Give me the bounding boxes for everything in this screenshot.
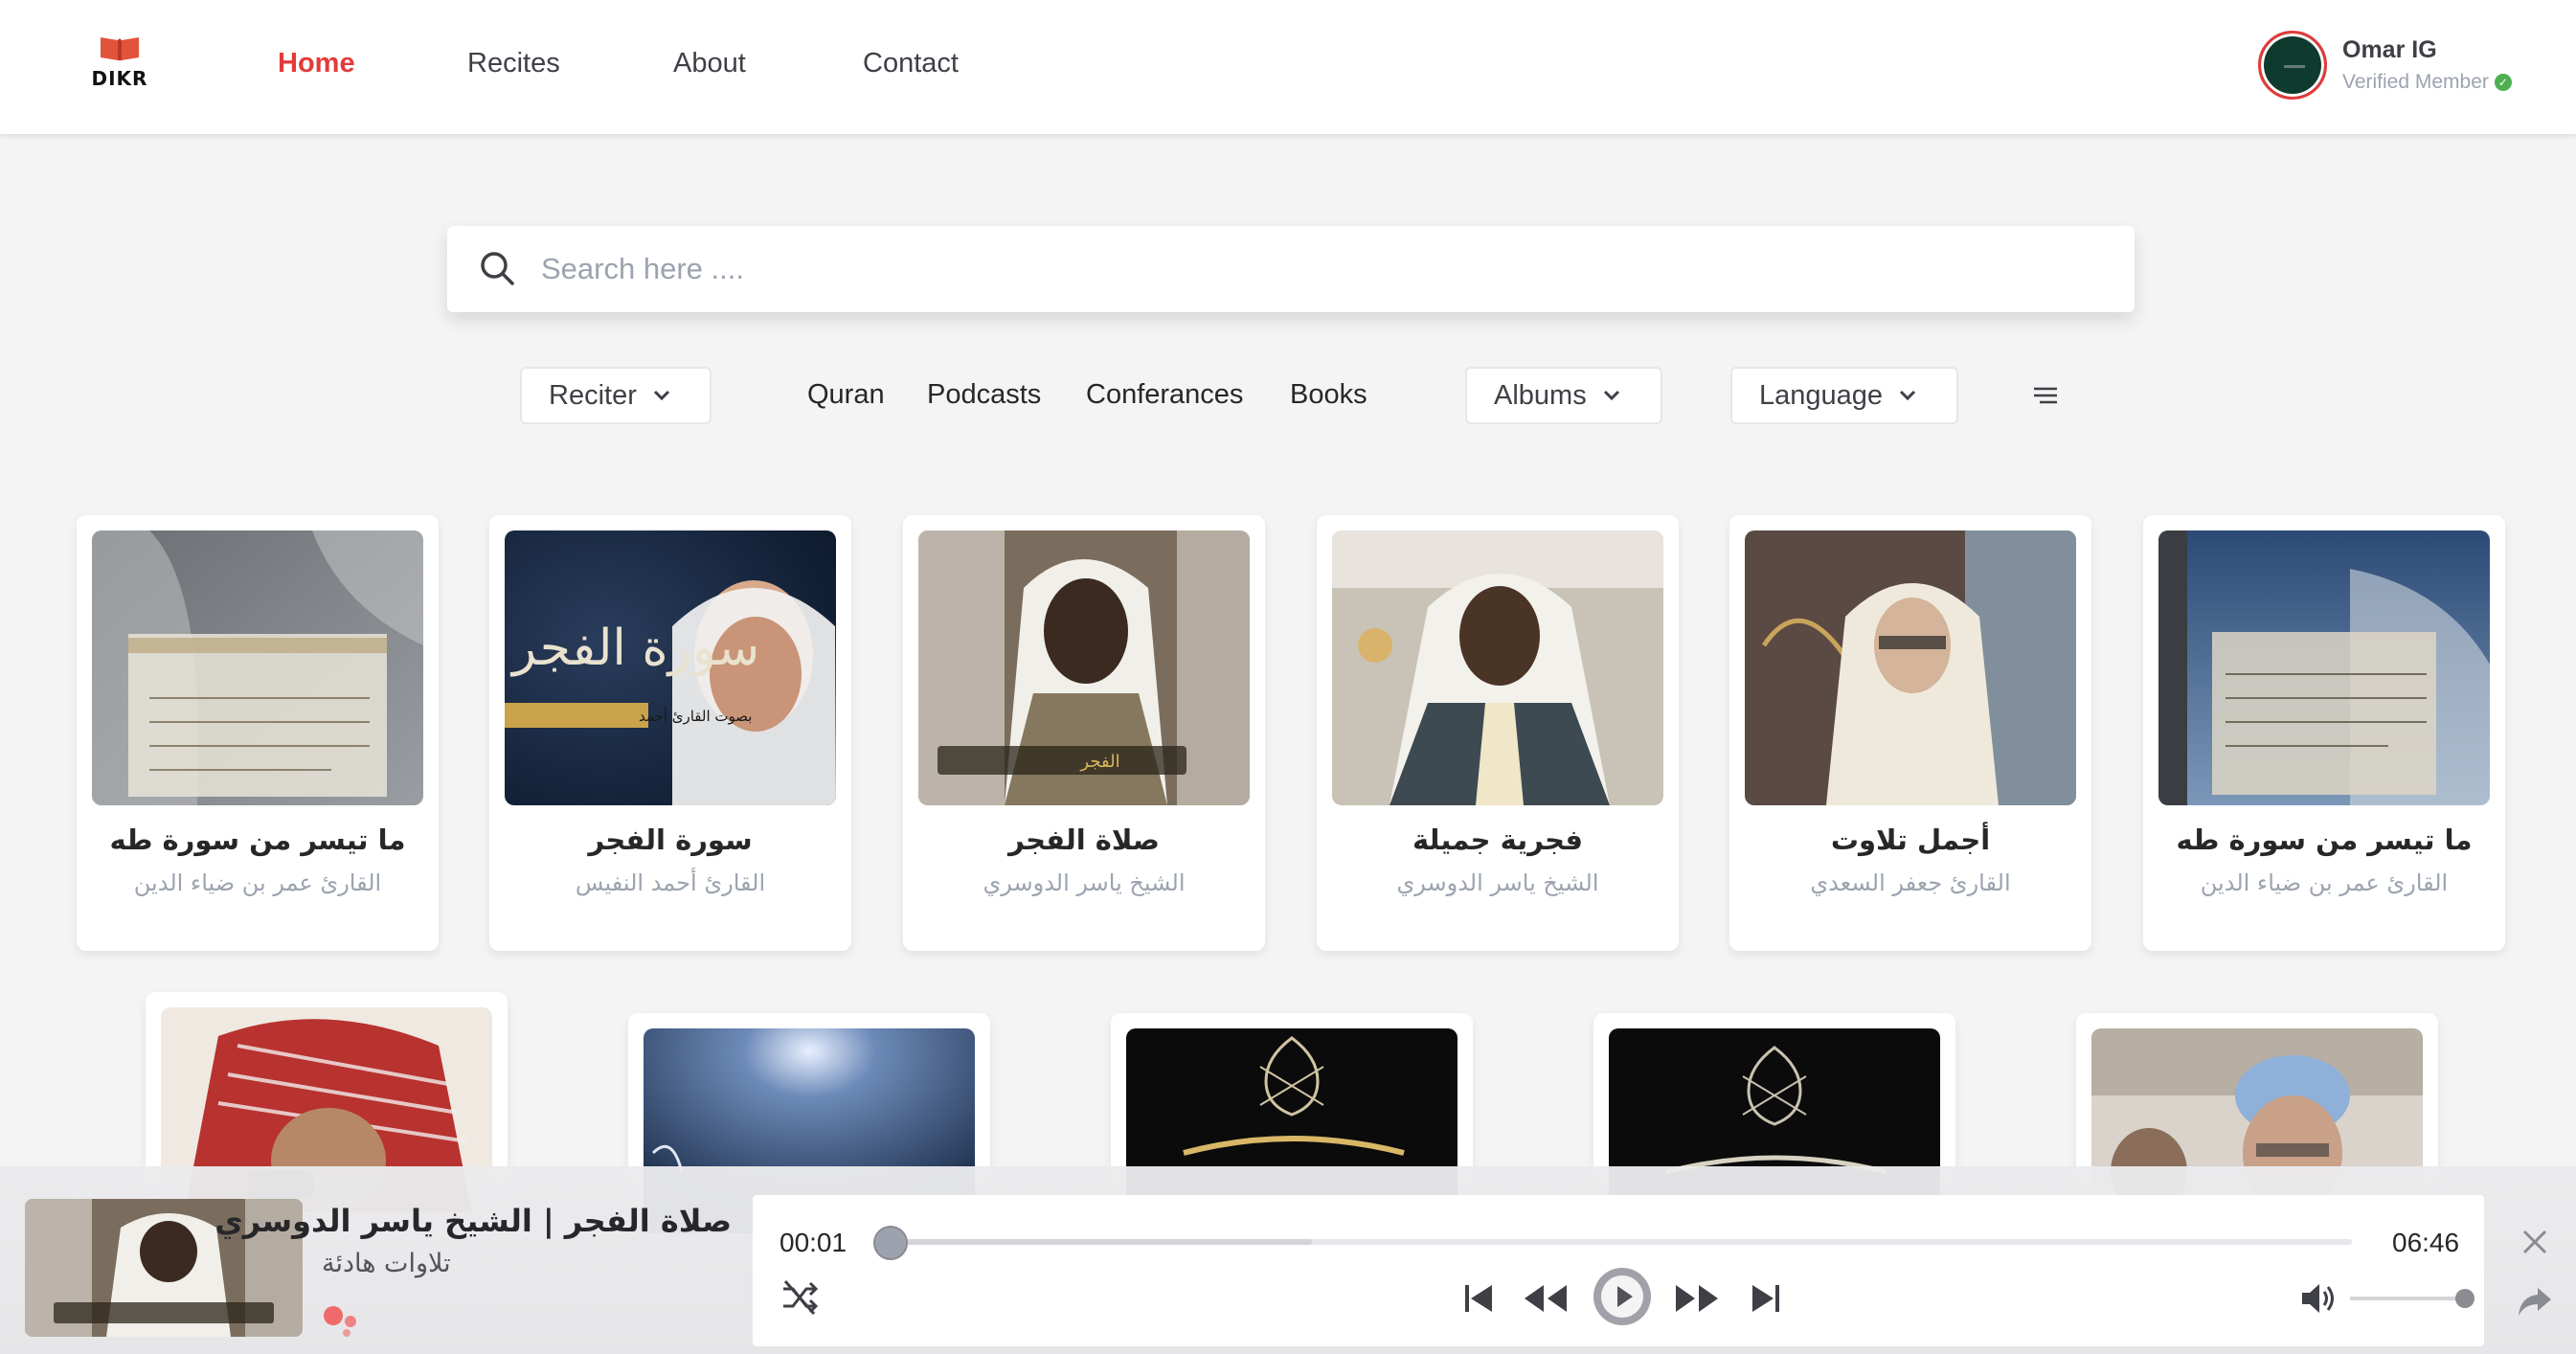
card-reciter: القارئ عمر بن ضياء الدين [2200,869,2449,896]
audio-player: صلاة الفجر | الشيخ ياسر الدوسري تلاوات ه… [0,1166,2576,1354]
chevron-down-icon [1603,390,1619,401]
volume-handle[interactable] [2455,1289,2474,1308]
filter-conferances[interactable]: Conferances [1086,379,1243,411]
book-icon [101,37,139,60]
card-title: ما تيسر من سورة طه [109,824,406,856]
recitation-card[interactable]: أجمل تلاوت القارئ جعفر السعدي [1729,515,2091,951]
now-playing-title: صلاة الفجر | الشيخ ياسر الدوسري [215,1203,732,1239]
progress-handle[interactable] [872,1226,908,1260]
albums-dropdown-label: Albums [1494,379,1587,411]
user-status-label: Verified Member [2342,71,2489,93]
rewind-icon[interactable] [1523,1279,1569,1318]
brand-name: DIKR [91,67,148,90]
duration: 06:46 [2392,1228,2460,1257]
card-reciter: الشيخ ياسر الدوسري [983,869,1186,896]
recitation-card[interactable]: فجرية جميلة الشيخ ياسر الدوسري [1317,515,1679,951]
card-thumbnail [1332,530,1663,805]
chevron-down-icon [653,390,669,401]
avatar[interactable] [2258,31,2327,100]
chevron-down-icon [1899,390,1916,401]
card-thumbnail [1745,530,2076,805]
card-title: فجرية جميلة [1412,824,1584,856]
top-header: DIKR Home Recites About Contact Omar IG … [0,0,2576,134]
nav-home[interactable]: Home [278,48,355,79]
verified-check-icon: ✓ [2494,74,2512,92]
card-title: أجمل تلاوت [1830,824,1991,856]
thumb-caption: الفجر [1079,752,1119,772]
play-icon [1601,1275,1643,1318]
card-reciter: القارئ أحمد النفيس [575,869,766,896]
share-icon[interactable] [2517,1285,2553,1318]
skip-previous-icon[interactable] [1459,1279,1498,1318]
search-bar [447,226,2135,312]
card-thumbnail: الفجر [918,530,1250,805]
progress-buffered [887,1239,1312,1245]
user-status: Verified Member ✓ [2342,71,2512,94]
language-dropdown[interactable]: Language [1730,367,1958,424]
language-dropdown-label: Language [1759,379,1884,411]
play-button[interactable] [1593,1268,1651,1325]
nav-contact[interactable]: Contact [863,48,959,79]
thumb-calligraphy: سورة الفجر [509,620,759,677]
volume-slider[interactable] [2350,1297,2463,1300]
fast-forward-icon[interactable] [1674,1279,1720,1318]
user-name: Omar IG [2342,36,2437,63]
player-controls: 00:01 06:46 [753,1195,2484,1346]
current-time: 00:01 [780,1228,847,1257]
thumb-caption: بصوت القارئ أحمد [639,707,752,725]
logo[interactable]: DIKR [91,34,148,90]
volume-icon[interactable] [2298,1279,2339,1318]
skip-next-icon[interactable] [1747,1279,1785,1318]
card-thumbnail [92,530,423,805]
recitation-card[interactable]: الفجر صلاة الفجر الشيخ ياسر الدوسري [903,515,1265,951]
card-reciter: الشيخ ياسر الدوسري [1396,869,1599,896]
card-thumbnail [2158,530,2490,805]
recitation-card[interactable]: ما تيسر من سورة طه القارئ عمر بن ضياء ال… [77,515,439,951]
playing-indicator-icon [324,1306,356,1337]
card-title: صلاة الفجر [1008,824,1160,856]
nav-recites[interactable]: Recites [467,48,560,79]
sort-icon[interactable] [2032,386,2059,405]
filter-quran[interactable]: Quran [807,379,885,411]
progress-bar[interactable] [887,1239,2352,1245]
recitation-card[interactable]: سورة الفجر بصوت القارئ أحمد سورة الفجر ا… [489,515,851,951]
now-playing-album: تلاوات هادئة [322,1249,451,1278]
card-thumbnail: سورة الفجر بصوت القارئ أحمد [505,530,836,805]
shuffle-icon[interactable] [780,1277,820,1318]
filter-books[interactable]: Books [1290,379,1367,411]
card-title: سورة الفجر [588,824,753,856]
card-reciter: القارئ جعفر السعدي [1810,869,2011,896]
close-icon[interactable] [2520,1228,2549,1256]
card-title: ما تيسر من سورة طه [2176,824,2473,856]
nav-about[interactable]: About [673,48,746,79]
card-reciter: القارئ عمر بن ضياء الدين [133,869,382,896]
reciter-dropdown[interactable]: Reciter [520,367,712,424]
recitation-card[interactable]: ما تيسر من سورة طه القارئ عمر بن ضياء ال… [2143,515,2505,951]
filter-podcasts[interactable]: Podcasts [927,379,1041,411]
reciter-dropdown-label: Reciter [549,379,637,411]
user-profile[interactable]: Omar IG Verified Member ✓ [2258,29,2538,105]
albums-dropdown[interactable]: Albums [1465,367,1662,424]
search-input[interactable] [541,240,2092,298]
search-icon [481,252,514,285]
